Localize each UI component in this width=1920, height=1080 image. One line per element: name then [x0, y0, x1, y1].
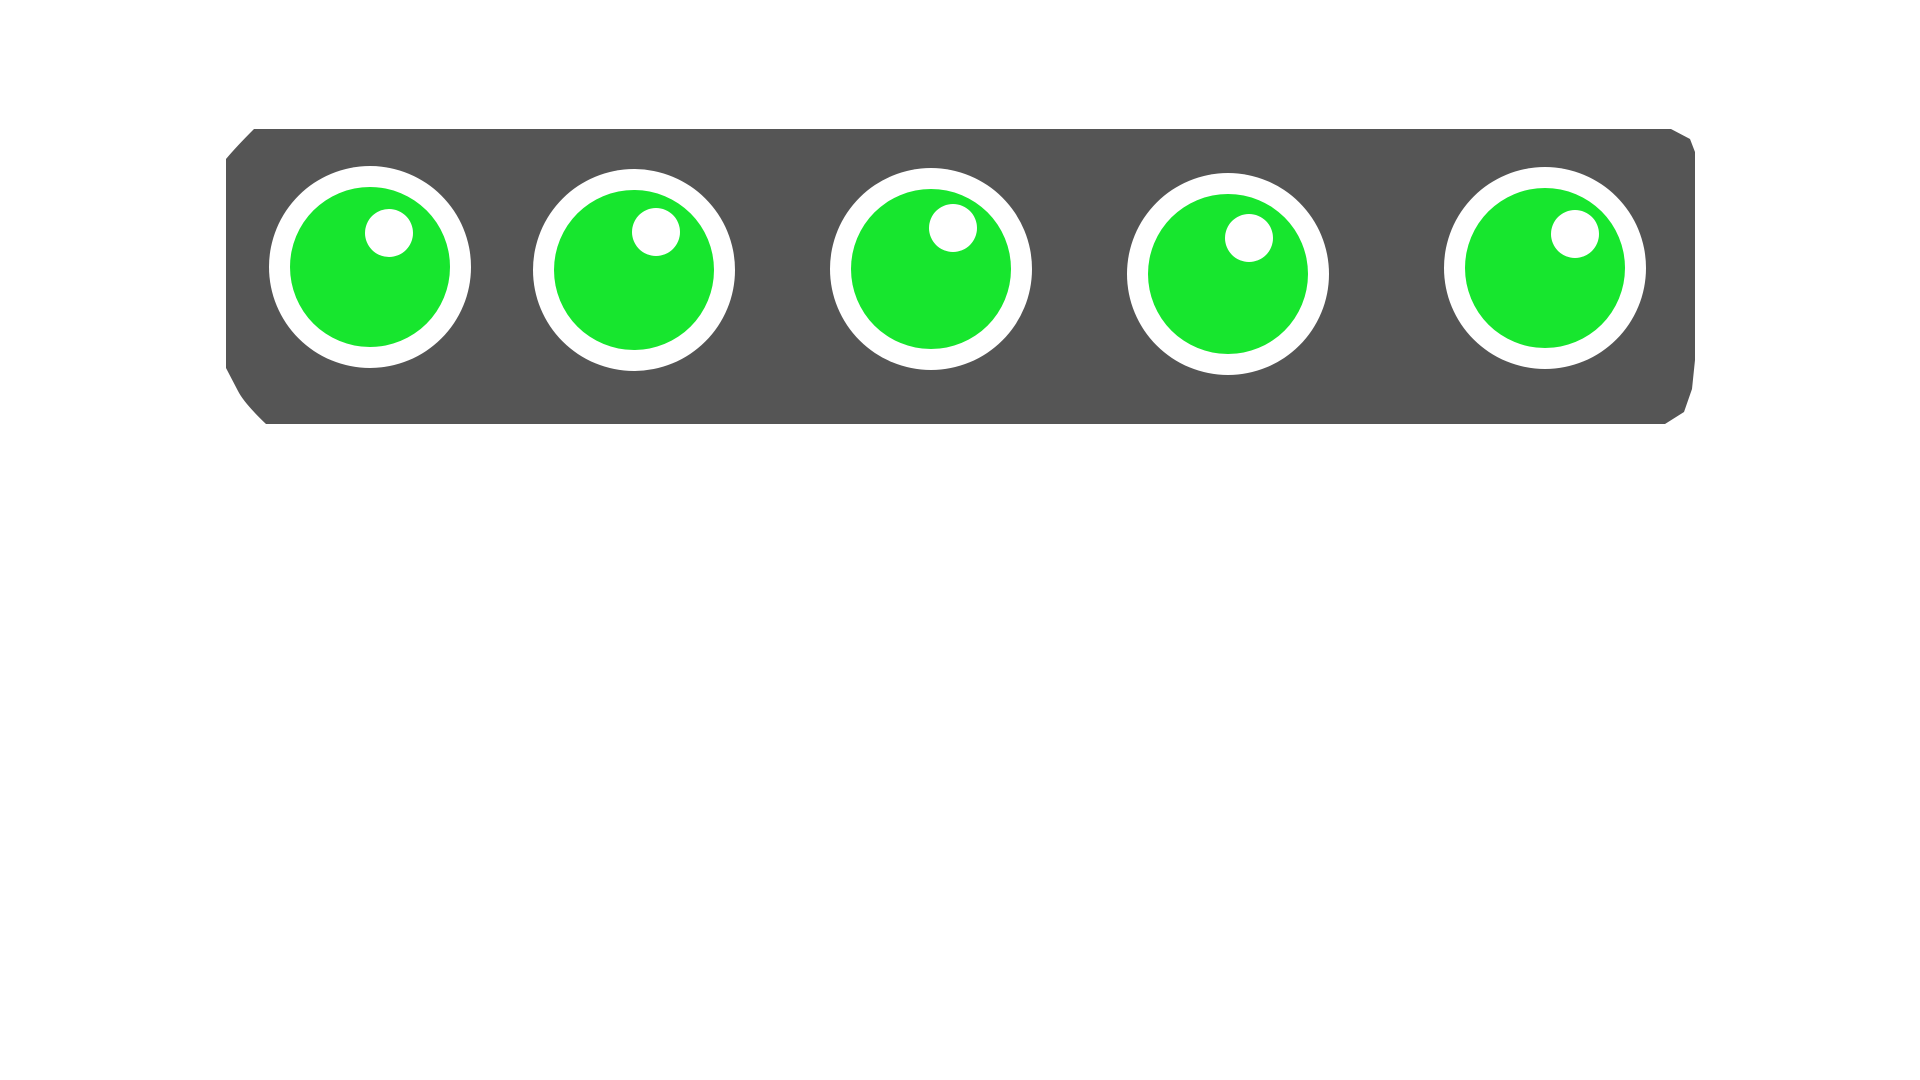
- lamp-lens: [851, 189, 1011, 349]
- lamp-highlight: [1551, 210, 1599, 258]
- lamp-lens: [1465, 188, 1625, 348]
- lamp-lens: [1148, 194, 1308, 354]
- lamp-lens: [290, 187, 450, 347]
- lamp-highlight: [1225, 214, 1273, 262]
- signal-light-canvas: [0, 0, 1920, 1080]
- signal-lamp-3: [830, 168, 1032, 370]
- lamp-highlight: [365, 209, 413, 257]
- signal-lamp-4: [1127, 173, 1329, 375]
- signal-lamp-2: [533, 169, 735, 371]
- signal-lamp-1: [269, 166, 471, 368]
- lamp-highlight: [632, 208, 680, 256]
- lamp-highlight: [929, 204, 977, 252]
- signal-lamp-5: [1444, 167, 1646, 369]
- lamp-lens: [554, 190, 714, 350]
